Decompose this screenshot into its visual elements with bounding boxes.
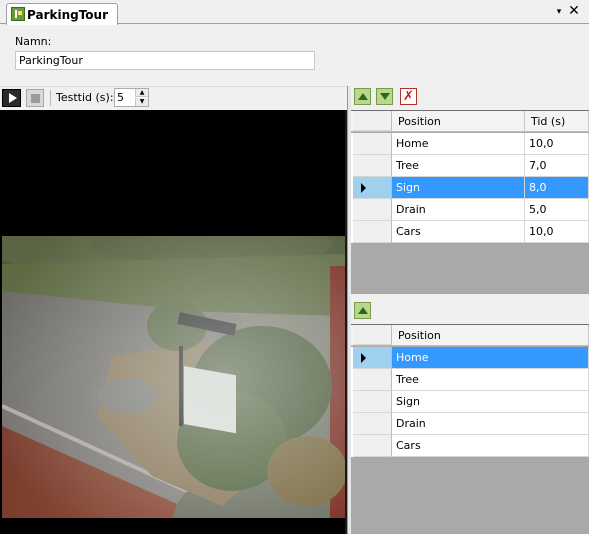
table-row[interactable]: Sign <box>351 391 589 413</box>
document-tab-strip: ParkingTour ▾ ✕ <box>0 0 589 25</box>
tab-parkingtour[interactable]: ParkingTour <box>6 3 118 25</box>
row-header[interactable] <box>353 435 392 457</box>
column-header-tid[interactable]: Tid (s) <box>525 111 589 132</box>
testtid-value[interactable]: 5 <box>117 91 124 104</box>
column-header-position[interactable]: Position <box>392 111 525 132</box>
play-icon <box>8 93 17 103</box>
toolbar-divider <box>50 90 51 106</box>
table-row[interactable]: Cars 10,0 <box>351 221 589 243</box>
cell-tid[interactable]: 10,0 <box>525 133 589 155</box>
current-row-icon <box>361 353 366 363</box>
row-header[interactable] <box>353 413 392 435</box>
table-row[interactable]: Drain <box>351 413 589 435</box>
table-row[interactable]: Sign 8,0 <box>351 177 589 199</box>
table-row[interactable]: Tree 7,0 <box>351 155 589 177</box>
testtid-label: Testtid (s): <box>56 91 114 104</box>
cell-tid[interactable]: 10,0 <box>525 221 589 243</box>
positions-toolbar: ✗ <box>351 86 589 108</box>
testtid-stepper[interactable]: 5 ▲ ▼ <box>114 88 149 107</box>
name-field[interactable] <box>15 51 315 70</box>
delete-button[interactable]: ✗ <box>400 88 417 105</box>
arrow-up-icon <box>357 93 368 100</box>
close-icon[interactable]: ✕ <box>567 3 581 19</box>
cell-tid[interactable]: 8,0 <box>525 177 589 199</box>
row-header-corner <box>353 111 392 131</box>
row-header[interactable] <box>353 177 392 199</box>
arrow-down-icon <box>379 93 390 100</box>
table-row[interactable]: Tree <box>351 369 589 391</box>
row-header[interactable] <box>353 347 392 369</box>
row-header[interactable] <box>353 133 392 155</box>
table-row[interactable]: Home 10,0 <box>351 133 589 155</box>
row-header[interactable] <box>353 369 392 391</box>
name-label: Namn: <box>15 35 52 48</box>
play-button[interactable] <box>2 89 21 107</box>
table-row[interactable]: Home <box>351 347 589 369</box>
cell-position[interactable]: Tree <box>392 369 589 391</box>
stepper-up-icon[interactable]: ▲ <box>135 89 148 97</box>
move-up-button[interactable] <box>354 88 371 105</box>
delete-icon: ✗ <box>403 89 414 104</box>
cell-position[interactable]: Drain <box>392 199 525 221</box>
cell-tid[interactable]: 5,0 <box>525 199 589 221</box>
tour-positions-grid: Position Tid (s) Home 10,0 Tree 7,0 Sign 8,0 D… <box>351 110 589 294</box>
row-header[interactable] <box>353 391 392 413</box>
cell-tid[interactable]: 7,0 <box>525 155 589 177</box>
row-header[interactable] <box>353 199 392 221</box>
available-toolbar <box>351 300 589 322</box>
move-down-button[interactable] <box>376 88 393 105</box>
row-header[interactable] <box>353 155 392 177</box>
chevron-down-icon[interactable]: ▾ <box>553 5 565 19</box>
cell-position[interactable]: Sign <box>392 391 589 413</box>
stop-icon <box>30 93 40 103</box>
cell-position[interactable]: Tree <box>392 155 525 177</box>
arrow-up-icon <box>357 307 368 314</box>
camera-image <box>2 236 345 518</box>
cell-position[interactable]: Home <box>392 133 525 155</box>
table-row[interactable]: Cars <box>351 435 589 457</box>
camera-tour-icon <box>11 7 25 21</box>
cell-position[interactable]: Drain <box>392 413 589 435</box>
tab-label: ParkingTour <box>27 7 109 22</box>
camera-video-view[interactable] <box>0 110 347 534</box>
grid-header: Position Tid (s) <box>351 111 589 132</box>
cell-position[interactable]: Sign <box>392 177 525 199</box>
column-header-position[interactable]: Position <box>392 325 589 346</box>
row-header[interactable] <box>353 221 392 243</box>
available-positions-grid: Position Home Tree Sign Drain Cars <box>351 324 589 534</box>
add-to-tour-button[interactable] <box>354 302 371 319</box>
grid-header: Position <box>351 325 589 346</box>
stepper-down-icon[interactable]: ▼ <box>135 98 148 106</box>
stop-button[interactable] <box>26 89 44 107</box>
cell-position[interactable]: Cars <box>392 435 589 457</box>
table-row[interactable]: Drain 5,0 <box>351 199 589 221</box>
current-row-icon <box>361 183 366 193</box>
cell-position[interactable]: Cars <box>392 221 525 243</box>
row-header-corner <box>353 325 392 345</box>
cell-position[interactable]: Home <box>392 347 589 369</box>
video-toolbar: Testtid (s): 5 ▲ ▼ <box>0 86 347 108</box>
